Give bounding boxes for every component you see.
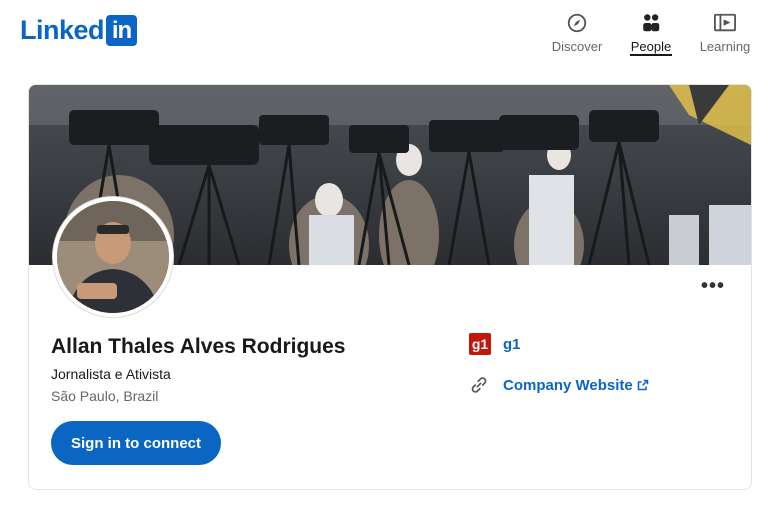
video-icon: [714, 13, 736, 32]
people-icon: [643, 14, 660, 32]
logo-wordmark: Linked: [20, 15, 105, 45]
profile-headline: Jornalista e Ativista: [51, 366, 171, 382]
company-website-link[interactable]: Company Website: [469, 375, 649, 395]
nav-people-label: People: [630, 39, 672, 54]
sign-in-to-connect-button[interactable]: Sign in to connect: [51, 421, 221, 465]
more-options-button[interactable]: •••: [701, 276, 725, 296]
profile-card: ••• Allan Thales Alves Rodrigues Jornali…: [28, 84, 752, 490]
compass-icon: [567, 13, 587, 33]
top-nav: Discover People Learning: [540, 10, 762, 56]
avatar-photo: [57, 201, 169, 313]
logo-in-box: in: [106, 14, 138, 46]
company-name: g1: [503, 335, 521, 353]
profile-name: Allan Thales Alves Rodrigues: [51, 335, 346, 358]
external-link-icon: [637, 379, 648, 391]
company-link[interactable]: g1 g1: [469, 333, 521, 355]
company-website-label: Company Website: [503, 376, 633, 394]
nav-discover-label: Discover: [551, 39, 603, 54]
nav-learning[interactable]: Learning: [688, 10, 762, 54]
profile-location: São Paulo, Brazil: [51, 388, 159, 404]
linkedin-logo[interactable]: Linked in: [20, 14, 138, 46]
nav-people[interactable]: People: [614, 10, 688, 56]
nav-discover[interactable]: Discover: [540, 10, 614, 54]
profile-avatar: [53, 197, 173, 317]
nav-learning-label: Learning: [699, 39, 751, 54]
link-icon: [471, 377, 487, 393]
g1-logo: g1: [469, 333, 491, 355]
